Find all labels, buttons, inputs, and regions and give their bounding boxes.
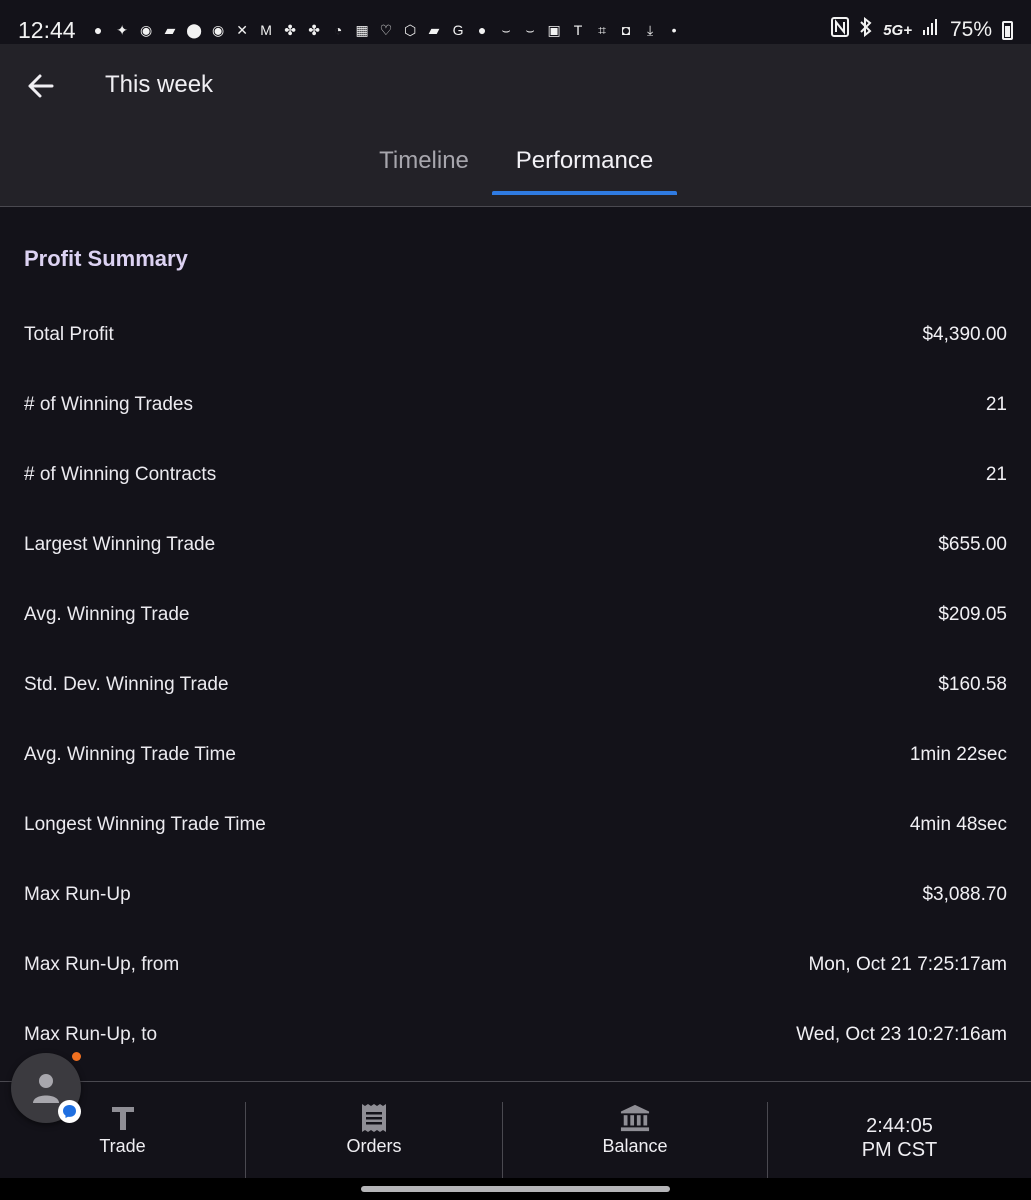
person-icon <box>33 1074 59 1103</box>
pinwheel-icon: ✤ <box>308 21 320 38</box>
arrow-left-icon <box>28 74 54 98</box>
back-button[interactable] <box>20 66 60 106</box>
stat-label: Max Run-Up, to <box>24 1024 158 1045</box>
adt-icon: ⬤ <box>186 21 202 38</box>
receipt-icon <box>359 1102 389 1134</box>
notification-icons: ● ✦ ◉ ▰ ⬤ ◉ ✕ M ✤ ✤ ◔ ▦ ♡ ⬡ ▰ G ● ⌣ ⌣ ▣ … <box>90 22 683 39</box>
x-icon: ✕ <box>236 21 248 38</box>
dot-icon: • <box>671 21 677 38</box>
stat-label: Max Run-Up <box>24 884 131 905</box>
nav-orders[interactable]: Orders <box>246 1102 502 1178</box>
bottom-nav: Trade Orders Balance 2:44:05 PM CST <box>0 1082 1031 1178</box>
stat-row: Largest Winning Trade $655.00 <box>24 525 1007 565</box>
notification-dot <box>72 1052 81 1061</box>
stat-row: Longest Winning Trade Time 4min 48sec <box>24 805 1007 845</box>
status-time: 12:44 <box>18 16 76 43</box>
stat-label: Std. Dev. Winning Trade <box>24 674 229 695</box>
signal-icon <box>922 18 940 42</box>
amex-icon: ◉ <box>211 21 225 38</box>
bluetooth-icon <box>859 16 873 43</box>
stat-label: Longest Winning Trade Time <box>24 814 266 835</box>
stat-value: $3,088.70 <box>922 884 1007 905</box>
app-bar: This week Timeline Performance <box>0 44 1031 206</box>
stat-value: $655.00 <box>938 534 1007 555</box>
card-icon: ▰ <box>164 21 176 38</box>
stat-value: 1min 22sec <box>909 744 1007 765</box>
stat-value: $160.58 <box>938 674 1007 695</box>
tab-performance[interactable]: Performance <box>492 126 677 196</box>
stat-value: Mon, Oct 21 7:25:17am <box>808 954 1007 975</box>
stat-row: Max Run-Up $3,088.70 <box>24 875 1007 915</box>
stat-row: Avg. Winning Trade Time 1min 22sec <box>24 735 1007 775</box>
stat-label: # of Winning Trades <box>24 394 193 415</box>
status-right: 5G+ 75% <box>831 16 1013 43</box>
amazon-icon: ⌣ <box>501 21 511 38</box>
t-icon <box>108 1102 138 1134</box>
stat-value: $4,390.00 <box>922 324 1007 345</box>
shield-icon: ⬡ <box>403 21 417 38</box>
gesture-handle[interactable] <box>361 1186 670 1192</box>
stat-label: Total Profit <box>24 324 114 345</box>
stat-value: $209.05 <box>938 604 1007 625</box>
stat-label: Max Run-Up, from <box>24 954 180 975</box>
nav-balance[interactable]: Balance <box>503 1102 767 1178</box>
scan-icon: ⌗ <box>598 21 606 38</box>
stat-row: # of Winning Contracts 21 <box>24 455 1007 495</box>
amazon-icon: ⌣ <box>525 21 535 38</box>
battery-icon <box>1002 20 1013 40</box>
section-title: Profit Summary <box>24 246 188 271</box>
stat-row: Max Run-Up, to Wed, Oct 23 10:27:16am <box>24 1015 1007 1055</box>
nav-trade-label: Trade <box>99 1136 146 1156</box>
grid-icon: ▦ <box>355 21 369 38</box>
stat-value: 21 <box>985 394 1007 415</box>
clock-time: 2:44:05 <box>866 1115 933 1137</box>
stat-value: 4min 48sec <box>909 814 1007 835</box>
performance-content[interactable]: Profit Summary Total Profit $4,390.00 # … <box>0 207 1031 1081</box>
bank-icon <box>620 1102 650 1134</box>
chat-icon: ● <box>93 21 103 38</box>
stat-row: Total Profit $4,390.00 <box>24 315 1007 355</box>
stat-value: Wed, Oct 23 10:27:16am <box>796 1024 1007 1045</box>
active-tab-indicator <box>492 191 677 195</box>
nav-balance-label: Balance <box>602 1136 668 1156</box>
stat-row: Std. Dev. Winning Trade $160.58 <box>24 665 1007 705</box>
download-icon: ⤓ <box>646 21 654 38</box>
card-icon: ▰ <box>428 21 440 38</box>
network-type: 5G+ <box>883 21 912 39</box>
chat-icon: ● <box>477 21 487 38</box>
sparkle-icon: ✦ <box>116 21 128 38</box>
tesla-icon: T <box>573 21 583 38</box>
battery-percent: 75% <box>949 18 992 41</box>
stat-label: Avg. Winning Trade Time <box>24 744 236 765</box>
stat-row: # of Winning Trades 21 <box>24 385 1007 425</box>
nfc-icon <box>831 17 850 43</box>
stat-row: Avg. Winning Trade $209.05 <box>24 595 1007 635</box>
amex-icon: ◉ <box>139 21 153 38</box>
market-clock: 2:44:05 PM CST <box>768 1114 1031 1162</box>
stat-label: Largest Winning Trade <box>24 534 216 555</box>
tab-timeline[interactable]: Timeline <box>356 126 492 196</box>
gmail-icon: M <box>260 21 272 38</box>
clock-icon: ◔ <box>333 21 343 38</box>
heart-icon: ♡ <box>379 21 393 38</box>
page-title: This week <box>105 71 214 98</box>
stat-label: Avg. Winning Trade <box>24 604 190 625</box>
image-icon: ▣ <box>547 21 561 38</box>
nav-orders-label: Orders <box>346 1136 402 1156</box>
pinwheel-icon: ✤ <box>284 21 296 38</box>
stat-value: 21 <box>985 464 1007 485</box>
bag-icon: ◘ <box>621 21 631 38</box>
stat-row: Max Run-Up, from Mon, Oct 21 7:25:17am <box>24 945 1007 985</box>
clock-zone: PM CST <box>861 1139 938 1161</box>
google-icon: G <box>452 21 464 38</box>
stat-label: # of Winning Contracts <box>24 464 217 485</box>
messenger-badge-icon <box>58 1100 81 1123</box>
